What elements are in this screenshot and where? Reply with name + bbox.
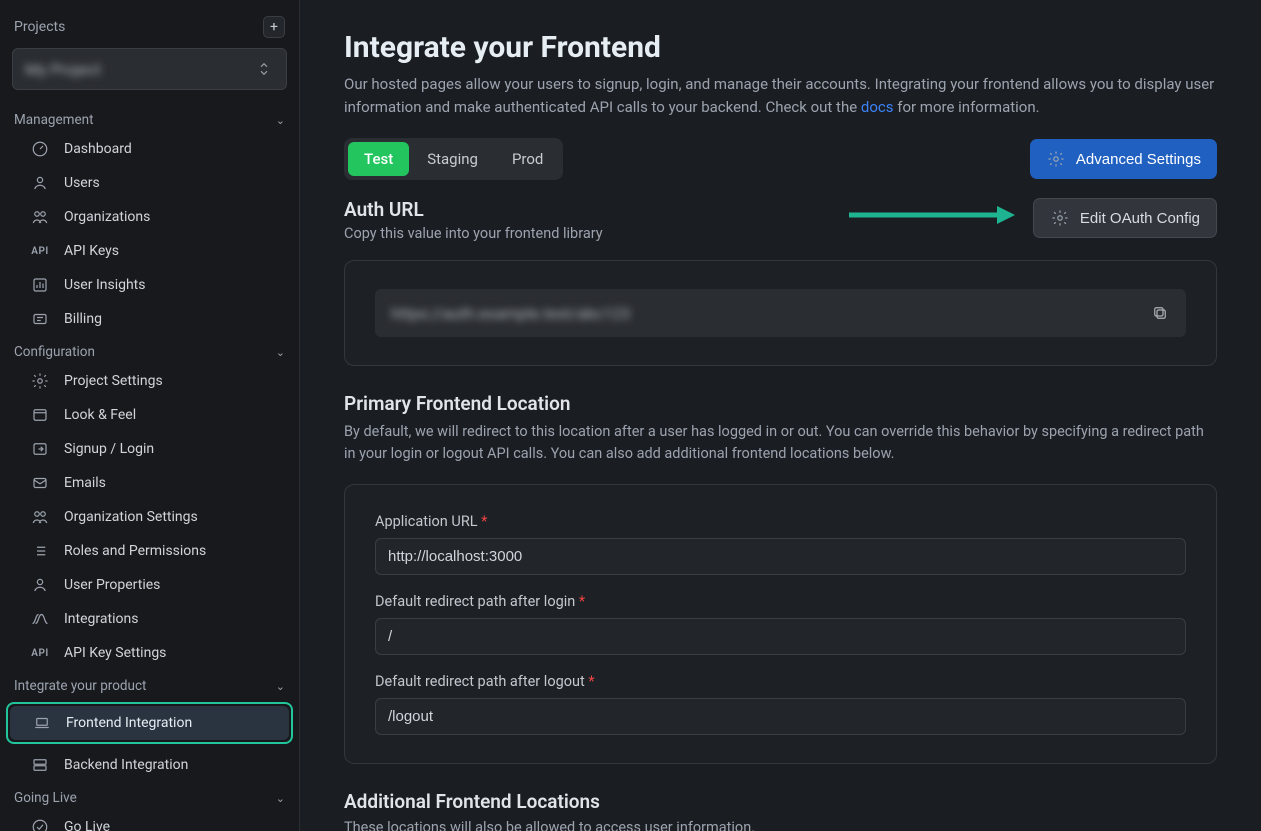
gear-icon bbox=[1046, 149, 1066, 169]
login-icon bbox=[30, 439, 50, 459]
nav-organization-settings[interactable]: Organization Settings bbox=[8, 500, 291, 534]
add-project-button[interactable]: + bbox=[263, 16, 285, 38]
auth-url-box: https://auth.example.test/abc123 bbox=[375, 289, 1186, 337]
login-redirect-input[interactable] bbox=[375, 618, 1186, 655]
chevron-down-icon: ⌄ bbox=[276, 792, 285, 805]
window-icon bbox=[30, 405, 50, 425]
nav-billing[interactable]: Billing bbox=[8, 302, 291, 336]
auth-url-subtitle: Copy this value into your frontend libra… bbox=[344, 225, 603, 242]
nav-frontend-integration[interactable]: Frontend Integration bbox=[10, 706, 289, 740]
nav-user-properties[interactable]: User Properties bbox=[8, 568, 291, 602]
logout-redirect-input[interactable] bbox=[375, 698, 1186, 735]
chevron-down-icon: ⌄ bbox=[276, 346, 285, 359]
page-description: Our hosted pages allow your users to sig… bbox=[344, 73, 1217, 118]
additional-locations-desc: These locations will also be allowed to … bbox=[344, 819, 1217, 831]
primary-location-title: Primary Frontend Location bbox=[344, 392, 1217, 415]
section-going-live[interactable]: Going Live ⌄ bbox=[0, 782, 299, 810]
auth-url-card: https://auth.example.test/abc123 bbox=[344, 260, 1217, 366]
project-selector[interactable]: My Project bbox=[12, 48, 287, 90]
main-content: Integrate your Frontend Our hosted pages… bbox=[300, 0, 1261, 831]
auth-url-title: Auth URL bbox=[344, 198, 603, 221]
org-icon bbox=[30, 207, 50, 227]
nav-look-feel[interactable]: Look & Feel bbox=[8, 398, 291, 432]
tab-prod[interactable]: Prod bbox=[496, 142, 559, 176]
copy-button[interactable] bbox=[1150, 303, 1170, 323]
additional-locations-title: Additional Frontend Locations bbox=[344, 790, 1217, 813]
api-icon: API bbox=[30, 643, 50, 663]
nav-backend-integration[interactable]: Backend Integration bbox=[8, 748, 291, 782]
advanced-settings-button[interactable]: Advanced Settings bbox=[1030, 139, 1217, 179]
nav-user-insights[interactable]: User Insights bbox=[8, 268, 291, 302]
nav-users[interactable]: Users bbox=[8, 166, 291, 200]
nav-frontend-integration-highlight: Frontend Integration bbox=[6, 702, 293, 744]
edit-oauth-config-button[interactable]: Edit OAuth Config bbox=[1033, 198, 1217, 238]
section-integrate-product[interactable]: Integrate your product ⌄ bbox=[0, 670, 299, 698]
primary-location-desc: By default, we will redirect to this loc… bbox=[344, 421, 1217, 466]
nav-api-key-settings[interactable]: API API Key Settings bbox=[8, 636, 291, 670]
gear-icon bbox=[1050, 208, 1070, 228]
app-url-input[interactable] bbox=[375, 538, 1186, 575]
chevron-up-down-icon bbox=[254, 59, 274, 79]
plus-icon: + bbox=[270, 19, 278, 35]
logout-redirect-label: Default redirect path after logout * bbox=[375, 673, 1186, 690]
nav-organizations[interactable]: Organizations bbox=[8, 200, 291, 234]
gauge-icon bbox=[30, 139, 50, 159]
nav-dashboard[interactable]: Dashboard bbox=[8, 132, 291, 166]
nav-signup-login[interactable]: Signup / Login bbox=[8, 432, 291, 466]
nav-roles-permissions[interactable]: Roles and Permissions bbox=[8, 534, 291, 568]
env-tabs: Test Staging Prod bbox=[344, 138, 563, 180]
gear-icon bbox=[30, 371, 50, 391]
tab-test[interactable]: Test bbox=[348, 142, 409, 176]
laptop-icon bbox=[32, 713, 52, 733]
billing-icon bbox=[30, 309, 50, 329]
app-url-label: Application URL * bbox=[375, 513, 1186, 530]
server-icon bbox=[30, 755, 50, 775]
check-circle-icon bbox=[30, 817, 50, 831]
project-name: My Project bbox=[25, 60, 101, 79]
org-icon bbox=[30, 507, 50, 527]
tab-staging[interactable]: Staging bbox=[411, 142, 494, 176]
docs-link[interactable]: docs bbox=[861, 98, 894, 116]
annotation-arrow bbox=[847, 204, 1017, 230]
nav-api-keys[interactable]: API API Keys bbox=[8, 234, 291, 268]
nav-go-live[interactable]: Go Live bbox=[8, 810, 291, 831]
chevron-down-icon: ⌄ bbox=[276, 680, 285, 693]
user-icon bbox=[30, 173, 50, 193]
list-icon bbox=[30, 541, 50, 561]
primary-location-card: Application URL * Default redirect path … bbox=[344, 484, 1217, 764]
chevron-down-icon: ⌄ bbox=[276, 114, 285, 127]
auth-url-value: https://auth.example.test/abc123 bbox=[391, 304, 630, 323]
section-configuration[interactable]: Configuration ⌄ bbox=[0, 336, 299, 364]
page-title: Integrate your Frontend bbox=[344, 30, 1217, 65]
sidebar: Projects + My Project Management ⌄ Dashb… bbox=[0, 0, 300, 831]
chart-icon bbox=[30, 275, 50, 295]
nav-integrations[interactable]: Integrations bbox=[8, 602, 291, 636]
mail-icon bbox=[30, 473, 50, 493]
sidebar-projects-label: Projects bbox=[14, 19, 65, 35]
api-icon: API bbox=[30, 241, 50, 261]
integrations-icon bbox=[30, 609, 50, 629]
section-management[interactable]: Management ⌄ bbox=[0, 104, 299, 132]
user-icon bbox=[30, 575, 50, 595]
nav-project-settings[interactable]: Project Settings bbox=[8, 364, 291, 398]
login-redirect-label: Default redirect path after login * bbox=[375, 593, 1186, 610]
nav-emails[interactable]: Emails bbox=[8, 466, 291, 500]
